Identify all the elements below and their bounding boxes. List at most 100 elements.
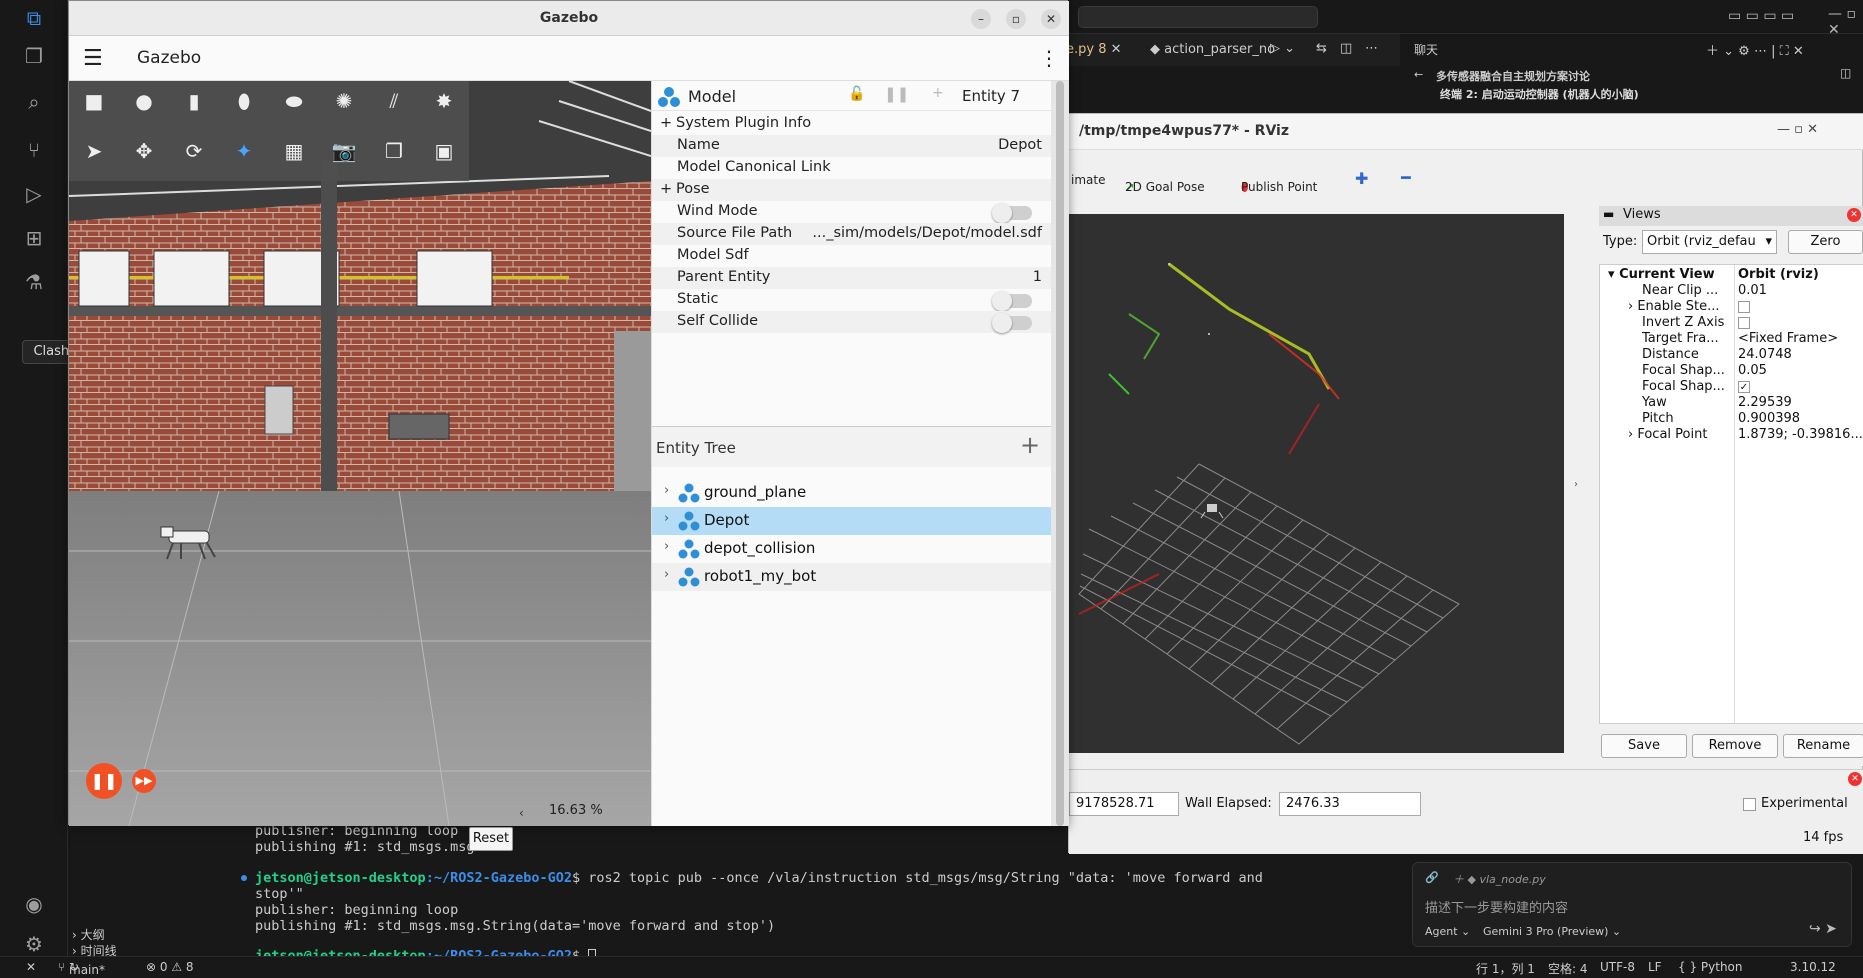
agent-mode-select[interactable]: Agent ⌄ (1425, 925, 1470, 938)
tree-item-depot-collision[interactable]: › depot_collision (652, 535, 1052, 563)
wind-mode-toggle[interactable] (992, 203, 1032, 223)
directional-light-icon[interactable]: ⫽ (379, 86, 409, 116)
run-icon[interactable]: ▷ ⌄ (1270, 41, 1295, 56)
capsule-shape-icon[interactable]: ⬮ (229, 86, 259, 116)
chevron-right-icon[interactable]: › (664, 539, 669, 554)
tree-item-depot[interactable]: › Depot (652, 507, 1052, 535)
hamburger-menu-icon[interactable]: ☰ (83, 46, 103, 71)
encoding[interactable]: UTF-8 (1600, 960, 1635, 974)
collapse-panel-icon[interactable]: › (1574, 479, 1578, 490)
language-mode[interactable]: { } Python (1678, 960, 1743, 974)
gazebo-3d-scene[interactable]: ■ ● ▮ ⬮ ⬬ ✺ ⫽ ✸ ➤ ✥ ⟳ ✦ ▦ 📷 ❐ ▣ ❚❚ ▶▶ ‹ … (69, 81, 651, 826)
scrollbar-thumb[interactable] (1056, 81, 1064, 826)
panel-toggle-icon[interactable]: ◫ (1840, 66, 1851, 80)
prop-near-clip-value[interactable]: 0.01 (1738, 283, 1767, 298)
experimental-checkbox[interactable] (1743, 798, 1756, 811)
extensions-icon[interactable]: ⊞ (22, 226, 46, 250)
tab-action-parser[interactable]: ◆ action_parser_no (1150, 42, 1275, 57)
add-tool-icon[interactable]: ✚ (1355, 169, 1368, 188)
command-center[interactable] (1078, 6, 1318, 28)
row-pose[interactable]: + Pose (652, 179, 1052, 201)
explorer-icon[interactable]: ❐ (22, 44, 46, 68)
chat-header-actions[interactable]: ＋ ⌄ ⚙ ⋯ | ⛶ ✕ (1706, 40, 1804, 59)
ellipsoid-shape-icon[interactable]: ⬬ (279, 86, 309, 116)
pause-button[interactable]: ❚❚ (86, 763, 122, 799)
copy-icon[interactable]: ❐ (379, 136, 409, 166)
translate-mode-icon[interactable]: ✥ (129, 136, 159, 166)
source-control-icon[interactable]: ⑂ (22, 138, 46, 162)
pose-estimate-tool[interactable]: imate (1071, 173, 1105, 187)
screenshot-icon[interactable]: 📷 (329, 136, 359, 166)
add-entity-icon[interactable]: + (1020, 431, 1040, 459)
chevron-right-icon[interactable]: › (664, 511, 669, 526)
close-time-panel-icon[interactable]: ✕ (1848, 772, 1862, 786)
eol[interactable]: LF (1648, 960, 1662, 974)
self-collide-toggle[interactable] (992, 313, 1032, 333)
more-actions-icon[interactable]: ⋯ (1365, 41, 1378, 56)
chat-input-box[interactable]: 🔗 ＋ ◆ vla_node.py 描述下一步要构建的内容 Agent ⌄ Ge… (1412, 862, 1852, 947)
testing-icon[interactable]: ⚗ (22, 270, 46, 294)
remote-icon[interactable]: ✕ (26, 960, 36, 974)
cylinder-shape-icon[interactable]: ▮ (179, 86, 209, 116)
ros-elapsed-field[interactable]: 9178528.71 (1069, 792, 1179, 816)
split-editor-icon[interactable]: ◫ (1340, 41, 1352, 56)
remove-button[interactable]: Remove (1692, 734, 1778, 758)
wall-elapsed-field[interactable]: 2476.33 (1279, 792, 1421, 816)
maximize-button[interactable]: ▫ (1006, 9, 1026, 29)
send-icon[interactable]: ↪ ➤ (1809, 921, 1837, 937)
chevron-right-icon[interactable]: › (664, 567, 669, 582)
collapse-arrow-icon[interactable]: ‹ (519, 806, 524, 820)
search-icon[interactable]: ⌕ (22, 90, 46, 114)
close-panel-icon[interactable]: ✕ (1847, 208, 1861, 222)
focal-shape-checkbox[interactable]: ✓ (1738, 381, 1750, 393)
sphere-shape-icon[interactable]: ● (129, 86, 159, 116)
point-light-icon[interactable]: ✺ (329, 86, 359, 116)
remove-tool-icon[interactable]: ━ (1401, 168, 1411, 187)
rviz-window-controls[interactable]: — ▫ ✕ (1777, 122, 1818, 137)
rotate-mode-icon[interactable]: ⟳ (179, 136, 209, 166)
kebab-menu-icon[interactable]: ⋮ (1039, 46, 1059, 70)
rviz-3d-view[interactable] (1069, 214, 1564, 753)
prop-focal-point-value[interactable]: 1.8739; -0.39816... (1738, 427, 1863, 442)
paste-icon[interactable]: ▣ (429, 136, 459, 166)
account-icon[interactable]: ◉ (22, 892, 46, 916)
context-file-chip[interactable]: ＋ ◆ vla_node.py (1453, 871, 1546, 887)
settings-gear-icon[interactable]: ⚙ (22, 932, 46, 956)
prop-distance-value[interactable]: 24.0748 (1738, 347, 1792, 362)
attach-icon[interactable]: 🔗 (1425, 871, 1439, 884)
save-button[interactable]: Save (1601, 734, 1687, 758)
prop-target-frame-value[interactable]: <Fixed Frame> (1738, 331, 1838, 346)
rename-button[interactable]: Rename (1783, 734, 1863, 758)
model-select[interactable]: Gemini 3 Pro (Preview) ⌄ (1483, 925, 1621, 938)
grid-snap-icon[interactable]: ▦ (279, 136, 309, 166)
enable-stereo-checkbox[interactable] (1738, 301, 1750, 313)
indentation[interactable]: 空格: 4 (1548, 960, 1588, 977)
layout-icons[interactable]: ▭ ▭ ▭ ▭ (1728, 8, 1794, 24)
select-mode-icon[interactable]: ➤ (79, 136, 109, 166)
tree-item-robot1[interactable]: › robot1_my_bot (652, 563, 1052, 591)
tab-python-file[interactable]: e.py 8 ✕ (1066, 42, 1122, 57)
python-version[interactable]: 3.10.12 (1790, 960, 1836, 974)
step-button[interactable]: ▶▶ (132, 769, 156, 793)
pause-updates-icon[interactable]: ❚❚ (884, 85, 909, 103)
run-debug-icon[interactable]: ▷ (22, 182, 46, 206)
chevron-right-icon[interactable]: › (664, 483, 669, 498)
type-select[interactable]: Orbit (rviz_defau ▾ (1642, 230, 1777, 254)
zero-button[interactable]: Zero (1788, 230, 1863, 254)
prop-focal-shape-size-value[interactable]: 0.05 (1738, 363, 1767, 378)
branch-indicator[interactable]: ⑂ main* ↻ (58, 960, 105, 977)
static-toggle[interactable] (992, 291, 1032, 311)
lock-icon[interactable]: 🔓 (848, 86, 865, 102)
current-view-row[interactable]: ▾ Current View (1608, 267, 1715, 282)
compare-icon[interactable]: ⇆ (1316, 41, 1327, 56)
close-button[interactable]: ✕ (1041, 9, 1061, 29)
invert-z-checkbox[interactable] (1738, 317, 1750, 329)
prop-yaw-value[interactable]: 2.29539 (1738, 395, 1792, 410)
minimize-button[interactable]: – (971, 9, 991, 29)
add-component-icon[interactable]: + (932, 85, 944, 101)
back-arrow-icon[interactable]: ← (1414, 68, 1423, 81)
outline-header[interactable]: › 大纲 (72, 926, 105, 943)
cursor-position[interactable]: 行 1，列 1 (1476, 960, 1535, 977)
reset-button[interactable]: Reset (469, 827, 513, 851)
transform-control-icon[interactable]: ✦ (229, 136, 259, 166)
